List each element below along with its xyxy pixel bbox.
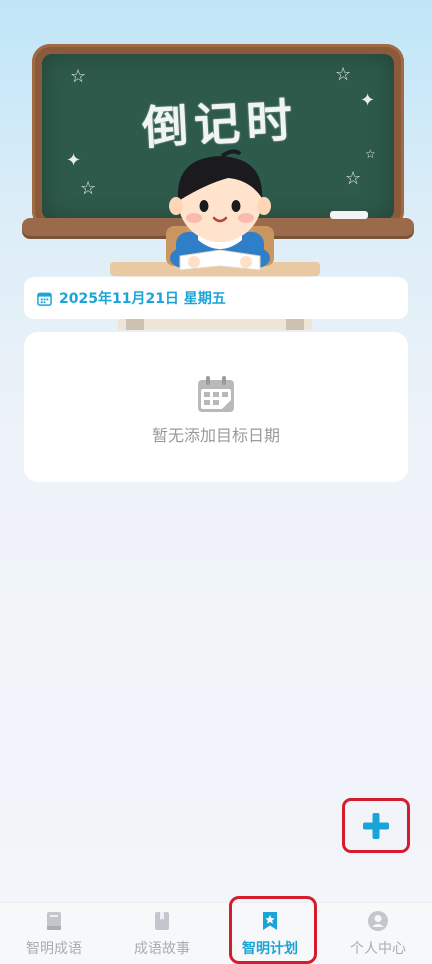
bookmark-book-icon — [155, 912, 169, 930]
star-icon: ☆ — [365, 147, 376, 161]
current-date: 2025年11月21日 星期五 — [59, 291, 226, 307]
nav-label: 智明成语 — [26, 941, 82, 957]
date-bar: 2025年11月21日 星期五 — [24, 277, 408, 319]
user-icon — [368, 911, 388, 931]
sparkle-icon: ✦ — [66, 150, 82, 171]
calendar-icon — [37, 292, 52, 306]
book-icon — [47, 912, 61, 930]
active-tab-highlight — [229, 896, 317, 964]
star-icon: ☆ — [335, 64, 352, 85]
nav-item-profile[interactable]: 个人中心 — [324, 903, 432, 964]
add-countdown-button[interactable] — [355, 808, 397, 844]
nav-item-stories[interactable]: 成语故事 — [108, 903, 216, 964]
sparkle-icon: ✦ — [360, 90, 376, 111]
nav-label: 成语故事 — [134, 941, 190, 957]
bottom-nav: 智明成语 成语故事 智明计划 个人中心 — [0, 902, 432, 964]
nav-item-idioms[interactable]: 智明成语 — [0, 903, 108, 964]
countdown-list-empty: 暂无添加目标日期 — [24, 332, 408, 482]
calendar-grid-icon — [198, 376, 234, 412]
star-icon: ☆ — [345, 168, 362, 189]
chalk — [330, 211, 368, 219]
star-icon: ☆ — [70, 66, 87, 87]
empty-message: 暂无添加目标日期 — [151, 426, 280, 445]
plus-icon — [363, 813, 389, 839]
star-icon: ☆ — [80, 178, 97, 199]
nav-label: 个人中心 — [350, 941, 406, 957]
